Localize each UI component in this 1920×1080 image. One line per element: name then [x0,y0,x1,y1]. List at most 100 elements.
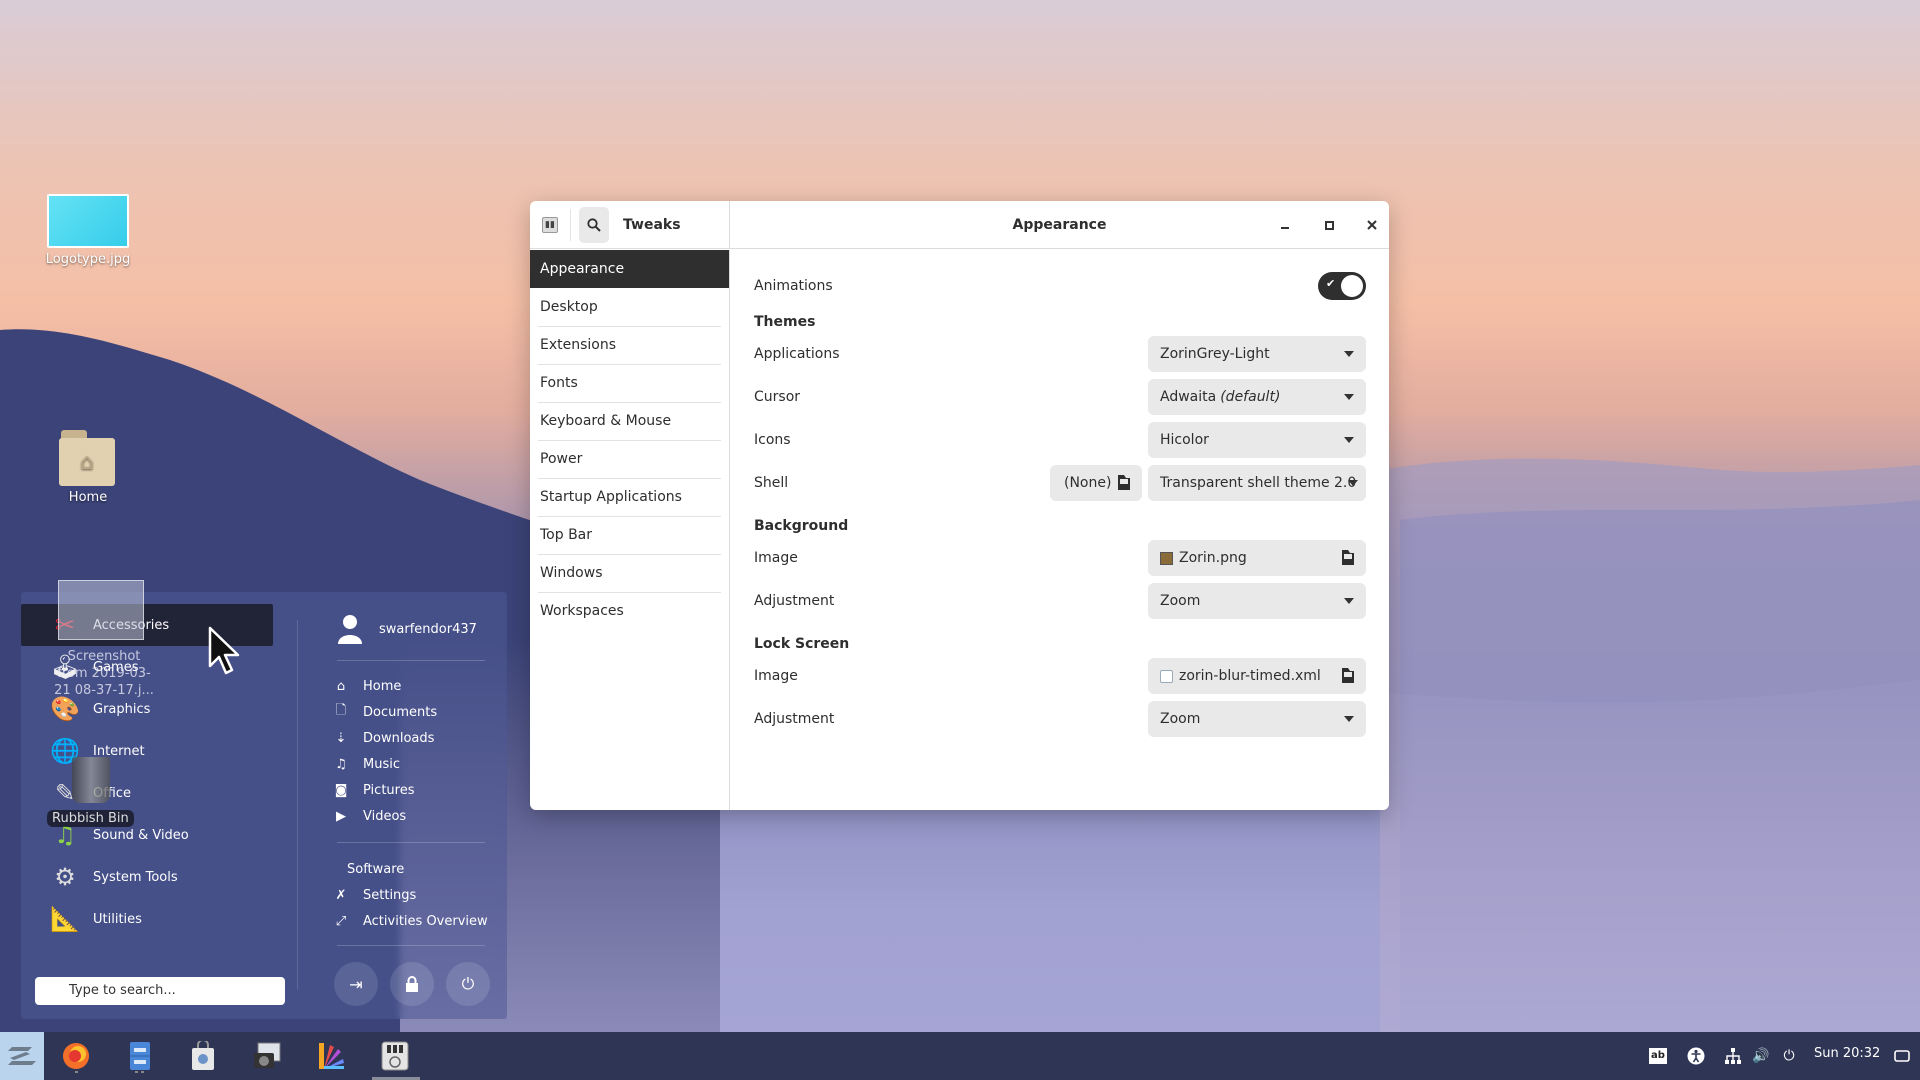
sidebar-item-appearance[interactable]: Appearance [530,250,729,288]
menu-category-system-tools[interactable]: ⚙ System Tools [21,856,273,898]
sidebar-item-startup-applications[interactable]: Startup Applications [530,478,729,516]
icons-theme-dropdown[interactable]: Hicolor [1148,422,1366,458]
software-store-icon [192,1041,214,1070]
icons-row: Icons Hicolor [754,422,1366,458]
taskbar-files[interactable] [122,1038,158,1074]
sidebar-item-power[interactable]: Power [530,440,729,478]
category-label: Utilities [93,911,142,927]
tweaks-app-icon: ▮▮ [542,217,558,233]
place-home[interactable]: ⌂ Home [333,675,402,697]
desktop-icon-home[interactable]: ⌂ Home [33,430,143,505]
maximize-icon [1324,220,1334,230]
taskbar-screenshot[interactable] [249,1038,285,1074]
minimize-button[interactable] [1273,213,1297,237]
sidebar-item-windows[interactable]: Windows [530,554,729,592]
menu-category-internet[interactable]: 🌐 Internet [21,730,273,772]
rubbish-bin-icon[interactable] [72,757,110,803]
lock-screen-image-row: Image zorin-blur-timed.xml [754,658,1366,694]
category-label: System Tools [93,869,178,885]
background-image-chooser[interactable]: Zorin.png [1148,540,1366,576]
search-button[interactable] [579,207,609,243]
lock-screen-image-label: Image [754,668,798,684]
lock-button[interactable] [390,962,434,1006]
animations-row: Animations ✔ [754,268,1366,304]
network-menu[interactable] [1722,1044,1744,1068]
settings-link[interactable]: ✗ Settings [333,884,417,906]
sidebar-item-keyboard-mouse[interactable]: Keyboard & Mouse [530,402,729,440]
running-indicator [75,1071,78,1073]
open-file-icon [1118,475,1130,490]
image-thumbnail-icon [47,194,129,248]
download-icon: ⇣ [335,730,347,746]
desktop-icon-screenshot-label[interactable]: Screenshot from 2019-03- 21 08-37-17.j..… [44,648,164,699]
minimize-icon [1281,227,1289,229]
place-videos[interactable]: ▶ Videos [333,805,406,827]
desktop-icon-label: Logotype.jpg [45,252,131,267]
document-icon: 🗋 [335,703,347,718]
lock-screen-image-chooser[interactable]: zorin-blur-timed.xml [1148,658,1366,694]
place-label: Documents [363,704,438,720]
accessibility-icon [1687,1047,1705,1065]
power-icon: ⏻ [1783,1048,1795,1064]
place-documents[interactable]: 🗋 Documents [333,701,437,723]
animations-label: Animations [754,278,833,294]
maximize-button[interactable] [1317,213,1341,237]
accessibility-menu[interactable] [1685,1044,1707,1068]
lock-screen-adjustment-row: Adjustment Zoom [754,701,1366,737]
applications-theme-dropdown[interactable]: ZorinGrey-Light [1148,336,1366,372]
sidebar-item-desktop[interactable]: Desktop [530,288,729,326]
close-button[interactable] [1360,213,1384,237]
desktop-icon-logotype[interactable]: Logotype.jpg [33,194,143,267]
keyboard-layout-indicator[interactable]: ab [1648,1044,1668,1068]
background-image-label: Image [754,550,798,566]
logout-button[interactable]: ⇥ [334,962,378,1006]
menu-category-office[interactable]: ✎ Office [21,772,273,814]
shell-theme-dropdown[interactable]: Transparent shell theme 2.0 [1148,465,1366,501]
power-menu[interactable]: ⏻ [1779,1044,1799,1068]
place-music[interactable]: ♫ Music [333,753,400,775]
power-button[interactable]: ⏻ [446,962,490,1006]
home-icon: ⌂ [336,678,346,694]
network-wired-icon [1725,1048,1741,1064]
firefox-icon [63,1043,89,1069]
shell-file-chooser-button[interactable]: (None) [1050,465,1142,501]
taskbar-software[interactable] [185,1038,221,1074]
taskbar-firefox[interactable] [58,1038,94,1074]
themes-heading: Themes [754,314,816,330]
sidebar-item-fonts[interactable]: Fonts [530,364,729,402]
dropdown-arrow-icon [1344,598,1354,604]
taskbar-tweaks[interactable] [377,1038,413,1074]
background-image-row: Image Zorin.png [754,540,1366,576]
background-adjustment-dropdown[interactable]: Zoom [1148,583,1366,619]
clock[interactable]: Sun 20:32 [1814,1046,1880,1061]
username: swarfendor437 [379,621,477,637]
sidebar-item-workspaces[interactable]: Workspaces [530,592,729,630]
place-downloads[interactable]: ⇣ Downloads [333,727,435,749]
cursor-theme-dropdown[interactable]: Adwaita (default) [1148,379,1366,415]
window-header: ▮▮ Tweaks Appearance [530,201,1389,249]
taskbar-zorin-appearance[interactable] [313,1038,349,1074]
sidebar-item-top-bar[interactable]: Top Bar [530,516,729,554]
sidebar: Appearance Desktop Extensions Fonts Keyb… [530,250,730,810]
menu-category-utilities[interactable]: 📐 Utilities [21,898,273,940]
close-icon [1367,220,1377,230]
running-indicator [135,1071,138,1073]
menu-divider [297,620,298,990]
activities-overview-link[interactable]: ⤢ Activities Overview [333,910,488,932]
lock-screen-adjustment-dropdown[interactable]: Zoom [1148,701,1366,737]
sidebar-item-extensions[interactable]: Extensions [530,326,729,364]
software-link[interactable]: Software [347,862,404,877]
animations-toggle[interactable]: ✔ [1318,272,1366,300]
applications-label: Applications [754,346,840,362]
color-palette-icon [319,1043,344,1069]
show-desktop-button[interactable] [1892,1044,1912,1068]
zorin-menu-button[interactable] [0,1032,44,1080]
dropdown-arrow-icon [1344,716,1354,722]
shell-row: Shell (None) Transparent shell theme 2.0 [754,465,1366,501]
search-icon [587,218,601,232]
menu-search-input[interactable]: Type to search... [35,977,285,1005]
app-title: Tweaks [623,217,681,233]
volume-menu[interactable]: 🔊 [1750,1044,1772,1068]
user-account[interactable]: swarfendor437 [337,614,477,644]
place-pictures[interactable]: ◙ Pictures [333,779,415,801]
